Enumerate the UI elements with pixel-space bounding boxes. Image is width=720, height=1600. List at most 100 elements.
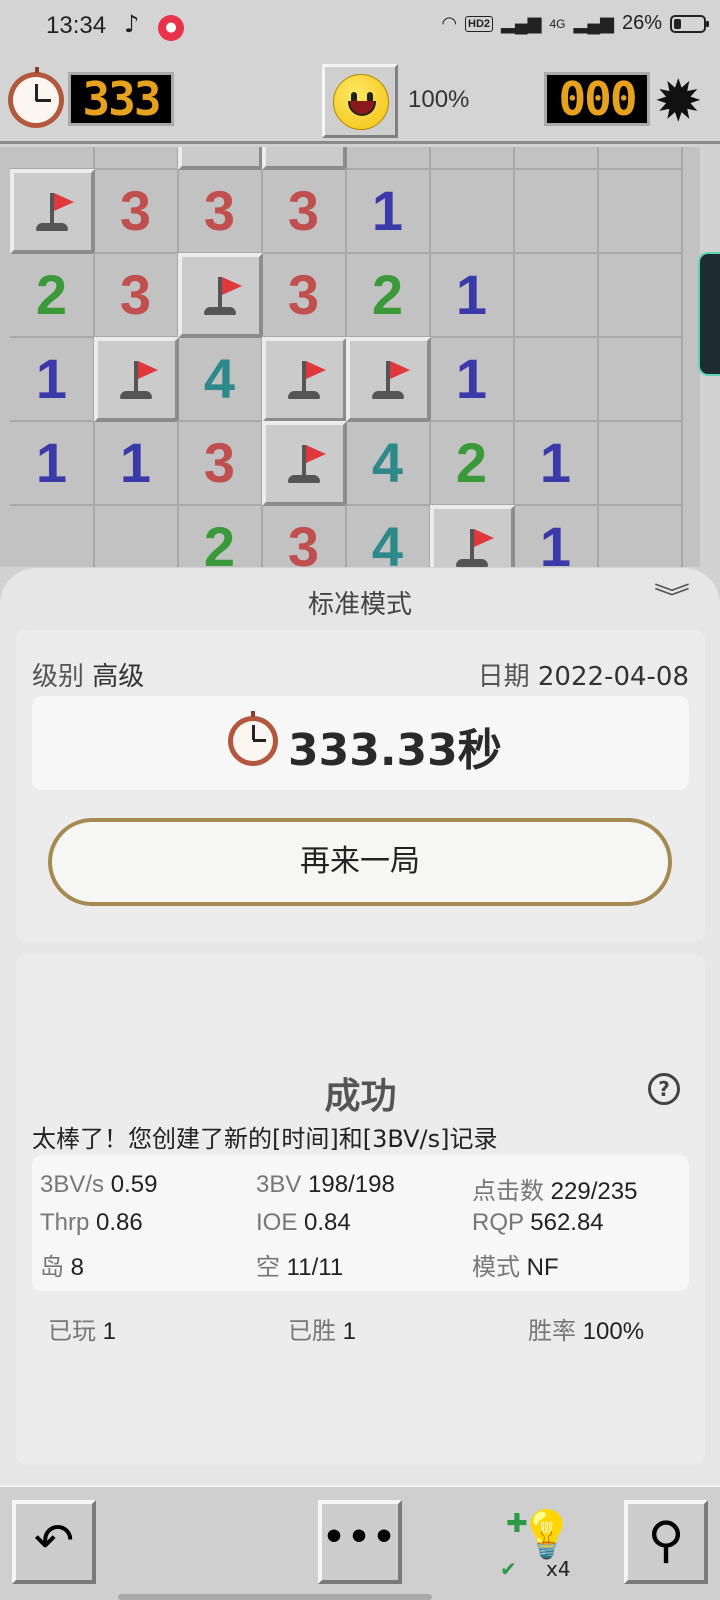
more-dots-icon: ••• <box>322 1517 398 1558</box>
mine-counter: 000 <box>544 72 650 126</box>
stat-label: RQP <box>472 1209 524 1236</box>
board-cell[interactable]: 3 <box>94 147 179 170</box>
flag-cell[interactable] <box>94 337 179 422</box>
board-cell[interactable]: 1 <box>514 421 599 506</box>
smiley-icon <box>333 74 389 130</box>
clock-icon <box>8 67 64 128</box>
bottom-toolbar: ↶ ••• ✚ 💡 ✔ x4 ⚲ <box>0 1485 720 1600</box>
stat-label: 3BV <box>256 1171 302 1198</box>
date-label: 日期 <box>477 662 530 692</box>
board-cell[interactable]: 3 <box>262 253 347 338</box>
board-cell[interactable]: 2 <box>430 421 515 506</box>
stat-item: RQP 562.84 <box>472 1209 604 1237</box>
hint-button[interactable]: ✚ 💡 ✔ x4 <box>496 1507 576 1587</box>
board-cell[interactable]: 1 <box>514 147 599 170</box>
smiley-face-button[interactable] <box>322 64 398 138</box>
board-cell[interactable]: 3 <box>262 505 347 567</box>
side-panel-handle[interactable] <box>698 252 720 376</box>
more-button[interactable]: ••• <box>318 1500 402 1584</box>
board-cell[interactable] <box>514 337 599 422</box>
closed-cell[interactable] <box>178 147 263 170</box>
minefield-board[interactable]: 231113331233211411134212341 <box>0 147 700 567</box>
stat-item: 点击数 229/235 <box>472 1171 637 1206</box>
status-bar: 13:34 ♪ ● ◠ HD2 ▂▄▆ 4G ▂▄▆ 26% <box>0 0 720 56</box>
board-cell[interactable]: 3 <box>178 169 263 254</box>
board-cell[interactable]: 1 <box>430 253 515 338</box>
flag-cell[interactable] <box>346 337 431 422</box>
battery-level <box>674 18 681 29</box>
board-cell[interactable]: 1 <box>346 147 431 170</box>
stat-item: 岛 8 <box>40 1247 84 1282</box>
played-label: 已玩 <box>48 1318 96 1345</box>
timer-counter: 333 <box>68 72 174 126</box>
stat-item: IOE 0.84 <box>256 1209 351 1237</box>
board-cell[interactable] <box>430 147 515 170</box>
board-cell[interactable]: 3 <box>94 253 179 338</box>
board-cell[interactable]: 4 <box>346 505 431 567</box>
board-cell[interactable]: 1 <box>10 421 95 506</box>
flag-icon <box>434 509 511 567</box>
search-button[interactable]: ⚲ <box>624 1500 708 1584</box>
flag-cell[interactable] <box>430 505 515 567</box>
record-message: 太棒了！您创建了新的[时间]和[3BV/s]记录 <box>32 1125 498 1153</box>
stat-label: 模式 <box>472 1254 520 1281</box>
closed-cell[interactable] <box>262 147 347 170</box>
flag-icon <box>266 341 343 418</box>
flag-cell[interactable] <box>178 253 263 338</box>
board-cell[interactable] <box>598 169 683 254</box>
flag-cell[interactable] <box>262 337 347 422</box>
board-cell[interactable]: 4 <box>178 337 263 422</box>
board-cell[interactable]: 2 <box>178 505 263 567</box>
stat-label: IOE <box>256 1209 298 1236</box>
board-cell[interactable] <box>598 505 683 567</box>
stat-item: Thrp 0.86 <box>40 1209 143 1237</box>
undo-button[interactable]: ↶ <box>12 1500 96 1584</box>
board-cell[interactable] <box>94 505 179 567</box>
board-cell[interactable]: 3 <box>262 169 347 254</box>
winrate-stat: 胜率 100% <box>528 1311 644 1346</box>
won-value: 1 <box>342 1318 357 1345</box>
stat-label: Thrp <box>40 1209 90 1236</box>
board-cell[interactable]: 1 <box>514 505 599 567</box>
played-stat: 已玩 1 <box>48 1311 116 1346</box>
board-cell[interactable]: 1 <box>346 169 431 254</box>
board-cell[interactable]: 2 <box>10 147 95 170</box>
help-icon[interactable]: ? <box>648 1073 680 1105</box>
board-cell[interactable]: 3 <box>94 169 179 254</box>
board-cell[interactable]: 2 <box>10 253 95 338</box>
board-cell[interactable] <box>598 421 683 506</box>
hd-badge: HD2 <box>465 15 494 32</box>
winrate-value: 100% <box>582 1318 645 1345</box>
play-again-button[interactable]: 再来一局 <box>48 818 672 906</box>
stats-grid: 3BV/s 0.59 3BV 198/198 点击数 229/235 Thrp 0.8… <box>32 1155 689 1291</box>
board-cell[interactable]: 1 <box>10 337 95 422</box>
board-cell[interactable]: 3 <box>178 421 263 506</box>
gear-icon[interactable]: ✹ <box>654 72 703 130</box>
stat-label: 岛 <box>40 1254 64 1281</box>
board-cell[interactable] <box>10 505 95 567</box>
board-cell[interactable] <box>598 253 683 338</box>
board-cell[interactable]: 1 <box>598 147 683 170</box>
stats-card: 成功 ? 太棒了！您创建了新的[时间]和[3BV/s]记录 3BV/s 0.59… <box>16 955 705 1465</box>
stat-label: 空 <box>256 1254 280 1281</box>
time-result: 333.33秒 <box>288 725 502 776</box>
time-result-box: 333.33秒 <box>32 696 689 790</box>
status-right-group: ◠ HD2 ▂▄▆ 4G ▂▄▆ 26% <box>441 12 709 35</box>
board-cell[interactable]: 4 <box>346 421 431 506</box>
board-cell[interactable]: 1 <box>430 337 515 422</box>
chevron-down-icon[interactable]: ︾ <box>654 576 690 616</box>
board-cell[interactable] <box>598 337 683 422</box>
board-cell[interactable] <box>514 169 599 254</box>
board-cell[interactable]: 1 <box>94 421 179 506</box>
played-value: 1 <box>102 1318 117 1345</box>
stat-value: 198/198 <box>301 1171 395 1198</box>
status-time: 13:34 <box>46 12 107 39</box>
check-icon: ✔ <box>500 1557 517 1581</box>
flag-cell[interactable] <box>10 169 95 254</box>
board-cell[interactable]: 2 <box>346 253 431 338</box>
stat-value: NF <box>520 1254 559 1281</box>
won-label: 已胜 <box>288 1318 336 1345</box>
board-cell[interactable] <box>430 169 515 254</box>
board-cell[interactable] <box>514 253 599 338</box>
flag-cell[interactable] <box>262 421 347 506</box>
